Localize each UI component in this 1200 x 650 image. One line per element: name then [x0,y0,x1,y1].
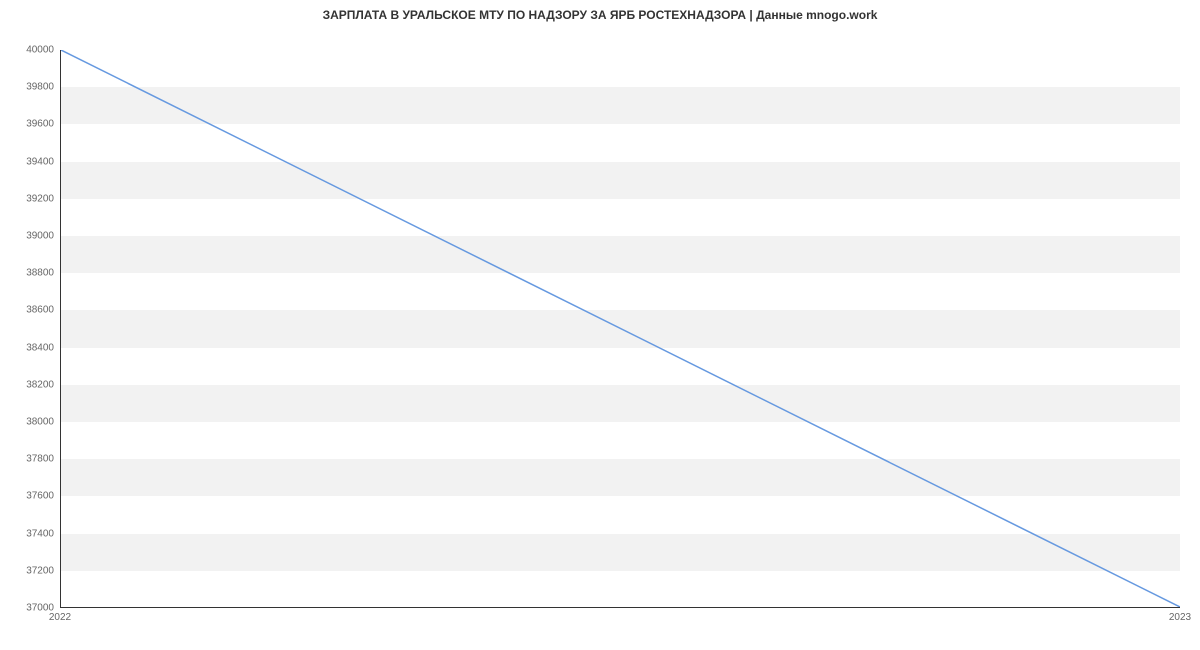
y-tick-label: 38600 [14,305,54,316]
y-tick-label: 39800 [14,82,54,93]
y-tick-label: 39600 [14,119,54,130]
x-tick-label: 2022 [49,612,71,623]
grid-band [61,310,1180,347]
y-tick-label: 37400 [14,528,54,539]
y-tick-label: 37800 [14,454,54,465]
x-tick-label: 2023 [1169,612,1191,623]
y-tick-label: 38000 [14,417,54,428]
y-tick-label: 38400 [14,342,54,353]
y-tick-label: 38800 [14,268,54,279]
y-tick-label: 37600 [14,491,54,502]
grid-band [61,162,1180,199]
y-tick-label: 38200 [14,379,54,390]
y-tick-label: 40000 [14,45,54,56]
y-tick-label: 39400 [14,156,54,167]
y-tick-label: 37200 [14,565,54,576]
grid-band [61,236,1180,273]
chart-title: ЗАРПЛАТА В УРАЛЬСКОЕ МТУ ПО НАДЗОРУ ЗА Я… [0,8,1200,22]
plot-area [60,50,1180,608]
y-tick-label: 39000 [14,231,54,242]
grid-band [61,385,1180,422]
y-tick-label: 39200 [14,193,54,204]
grid-band [61,534,1180,571]
grid-band [61,87,1180,124]
grid-band [61,459,1180,496]
